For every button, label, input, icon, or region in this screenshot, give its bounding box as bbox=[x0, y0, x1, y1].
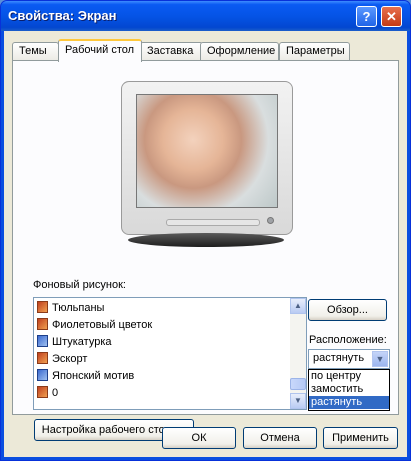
cancel-button[interactable]: Отмена bbox=[243, 427, 317, 449]
list-item[interactable]: Штукатурка bbox=[37, 334, 112, 351]
chevron-down-icon[interactable]: ▼ bbox=[372, 351, 388, 367]
list-item[interactable]: Эскорт bbox=[37, 351, 87, 368]
scroll-down-icon[interactable]: ▼ bbox=[290, 393, 306, 409]
image-file-icon bbox=[37, 386, 48, 398]
image-file-icon bbox=[37, 301, 48, 313]
display-properties-window: Свойства: Экран ? ✕ Темы Рабочий стол За… bbox=[0, 0, 411, 461]
monitor-bezel-bar bbox=[166, 219, 260, 226]
close-button[interactable]: ✕ bbox=[381, 6, 402, 27]
wallpaper-list[interactable]: Тюльпаны Фиолетовый цветок Штукатурка Эс… bbox=[33, 297, 307, 410]
position-label: Расположение: bbox=[309, 334, 387, 346]
image-file-icon bbox=[37, 352, 48, 364]
monitor-stand bbox=[128, 233, 284, 247]
tab-themes[interactable]: Темы bbox=[12, 42, 59, 60]
help-button[interactable]: ? bbox=[356, 6, 377, 27]
title-bar[interactable]: Свойства: Экран ? ✕ bbox=[1, 1, 410, 31]
scroll-up-icon[interactable]: ▲ bbox=[290, 298, 306, 314]
list-item[interactable]: 0 bbox=[37, 385, 58, 402]
monitor-power-led bbox=[267, 217, 274, 224]
pattern-file-icon bbox=[37, 369, 48, 381]
list-item[interactable]: Японский мотив bbox=[37, 368, 134, 385]
tab-appearance[interactable]: Оформление bbox=[200, 42, 279, 60]
wallpaper-list-scrollbar[interactable]: ▲ ▼ bbox=[290, 298, 306, 409]
scroll-thumb[interactable] bbox=[290, 378, 306, 390]
desktop-tab-panel: Фоновый рисунок: Тюльпаны Фиолетовый цве… bbox=[12, 60, 399, 441]
position-option-tile[interactable]: замостить bbox=[309, 383, 389, 396]
position-select[interactable]: растянуть ▼ bbox=[308, 349, 390, 369]
wallpaper-label: Фоновый рисунок: bbox=[33, 279, 126, 291]
apply-button[interactable]: Применить bbox=[323, 427, 398, 449]
ok-button[interactable]: ОК bbox=[162, 427, 236, 449]
list-item[interactable]: Фиолетовый цветок bbox=[37, 317, 152, 334]
tab-screensaver[interactable]: Заставка bbox=[140, 42, 203, 60]
position-option-center[interactable]: по центру bbox=[309, 370, 389, 383]
position-dropdown-list[interactable]: по центру замостить растянуть bbox=[308, 369, 390, 411]
pattern-file-icon bbox=[37, 335, 48, 347]
image-file-icon bbox=[37, 318, 48, 330]
position-selected-value: растянуть bbox=[313, 352, 365, 364]
monitor-preview bbox=[121, 81, 293, 235]
dialog-client-area: Темы Рабочий стол Заставка Оформление Па… bbox=[4, 31, 407, 457]
tab-settings[interactable]: Параметры bbox=[279, 42, 350, 60]
list-item[interactable]: Тюльпаны bbox=[37, 300, 104, 317]
window-title: Свойства: Экран bbox=[8, 8, 117, 23]
wallpaper-preview bbox=[136, 94, 278, 208]
browse-button[interactable]: Обзор... bbox=[308, 299, 387, 321]
tab-desktop[interactable]: Рабочий стол bbox=[58, 39, 142, 62]
position-option-stretch[interactable]: растянуть bbox=[309, 396, 389, 409]
